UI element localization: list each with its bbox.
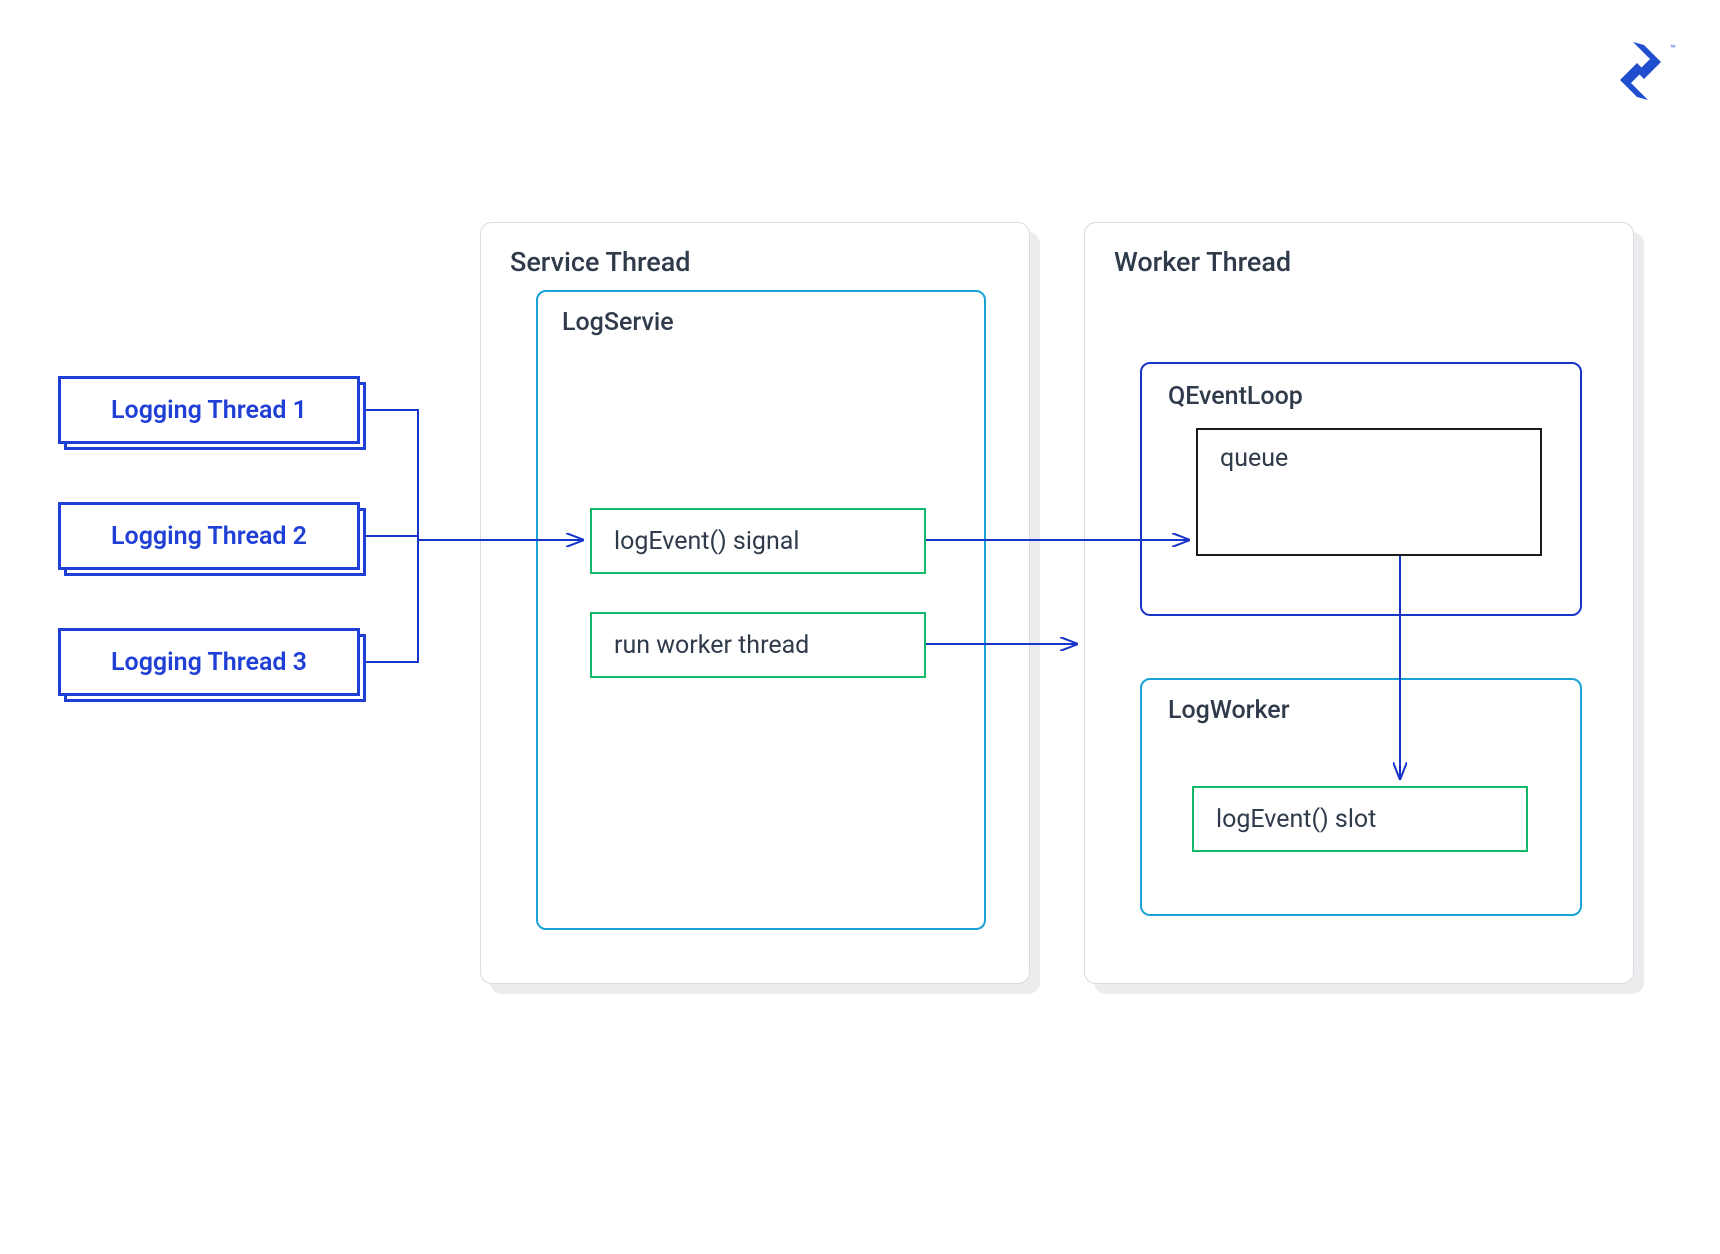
run-worker-thread-box: run worker thread: [590, 612, 926, 678]
service-thread-title: Service Thread: [510, 246, 691, 278]
logging-thread-3: Logging Thread 3: [58, 628, 360, 696]
logging-thread-2: Logging Thread 2: [58, 502, 360, 570]
toptal-logo-icon: [1620, 42, 1662, 104]
log-service-box: [536, 290, 986, 930]
logworker-title: LogWorker: [1168, 696, 1290, 725]
logging-thread-label: Logging Thread 2: [58, 502, 360, 570]
log-service-title: LogServie: [562, 308, 674, 337]
logging-thread-1: Logging Thread 1: [58, 376, 360, 444]
logevent-signal-box: logEvent() signal: [590, 508, 926, 574]
trademark-symbol: ™: [1670, 44, 1676, 55]
queue-box: queue: [1196, 428, 1542, 556]
logevent-slot-box: logEvent() slot: [1192, 786, 1528, 852]
worker-thread-title: Worker Thread: [1114, 246, 1291, 278]
logging-thread-label: Logging Thread 3: [58, 628, 360, 696]
qeventloop-title: QEventLoop: [1168, 382, 1303, 411]
logging-thread-label: Logging Thread 1: [58, 376, 360, 444]
